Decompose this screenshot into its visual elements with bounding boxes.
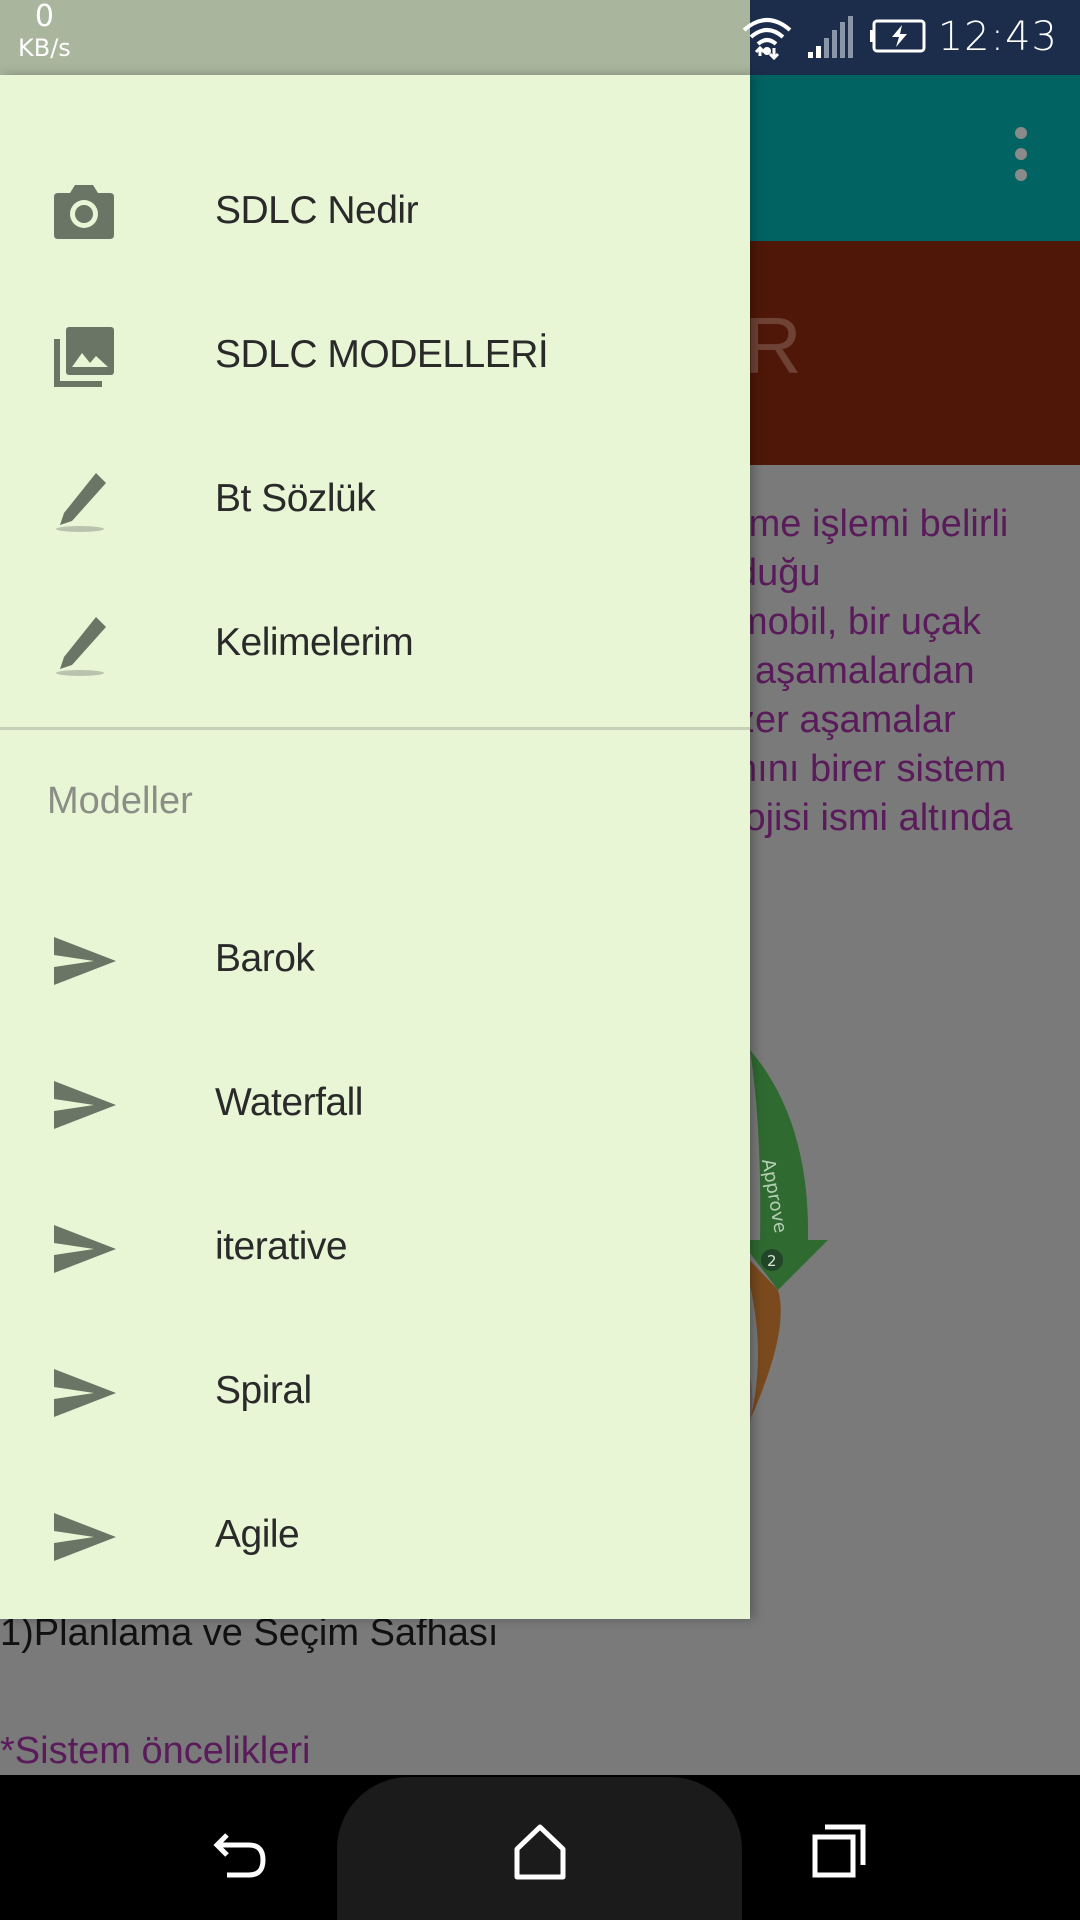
drawer-item-agile[interactable]: Agile xyxy=(0,1471,750,1601)
battery-charging-icon xyxy=(870,19,926,53)
list-item: *Sistem öncelikleri xyxy=(0,1730,311,1772)
drawer-item-label: SDLC Nedir xyxy=(215,189,419,232)
signal-icon xyxy=(808,16,853,58)
drawer-item-barok[interactable]: Barok xyxy=(0,895,750,1025)
section-title-modeller: Modeller xyxy=(47,780,193,822)
camera-icon xyxy=(54,185,114,239)
diagram-step: 2 xyxy=(767,1252,777,1270)
photo-library-icon xyxy=(54,327,114,387)
drawer-item-label: Barok xyxy=(215,937,315,980)
send-icon xyxy=(54,1369,116,1417)
drawer-item-label: Spiral xyxy=(215,1369,312,1412)
drawer-item-label: Agile xyxy=(215,1513,300,1556)
send-icon xyxy=(54,1225,116,1273)
network-speed-value: 0 xyxy=(34,0,54,34)
drawer-item-kelimelerim[interactable]: Kelimelerim xyxy=(0,579,750,709)
pencil-icon xyxy=(56,617,106,676)
drawer-item-waterfall[interactable]: Waterfall xyxy=(0,1039,750,1169)
status-bar: 0 KB/s 12:43 xyxy=(0,0,1080,75)
pencil-icon xyxy=(56,473,106,532)
network-speed-unit: KB/s xyxy=(18,34,71,62)
drawer-item-sdlc-nedir[interactable]: SDLC Nedir xyxy=(0,147,750,277)
wifi-icon xyxy=(742,18,792,61)
banner-title: R xyxy=(744,301,802,390)
drawer-item-label: Kelimelerim xyxy=(215,621,414,664)
overflow-menu-icon[interactable] xyxy=(1014,127,1028,181)
send-icon xyxy=(54,937,116,985)
network-speed: 0 KB/s xyxy=(18,0,71,62)
drawer-item-bt-sozluk[interactable]: Bt Sözlük xyxy=(0,435,750,565)
send-icon xyxy=(54,1513,116,1561)
drawer-divider xyxy=(0,727,750,730)
system-navigation-bar xyxy=(0,1775,1080,1920)
home-icon[interactable] xyxy=(505,1815,575,1885)
drawer-item-label: SDLC MODELLERİ xyxy=(215,333,549,376)
drawer-item-spiral[interactable]: Spiral xyxy=(0,1327,750,1457)
drawer-item-sdlc-modelleri[interactable]: SDLC MODELLERİ xyxy=(0,291,750,421)
drawer-item-iterative[interactable]: iterative xyxy=(0,1183,750,1313)
navigation-drawer: SDLC Nedir SDLC MODELLERİ Bt Sözlük Keli… xyxy=(0,75,750,1619)
drawer-item-label: Bt Sözlük xyxy=(215,477,376,520)
send-icon xyxy=(54,1081,116,1129)
recents-icon[interactable] xyxy=(805,1815,875,1885)
drawer-item-label: Waterfall xyxy=(215,1081,363,1124)
back-icon[interactable] xyxy=(205,1815,275,1885)
clock: 12:43 xyxy=(937,14,1058,60)
status-bar-scrim xyxy=(0,0,750,75)
drawer-item-label: iterative xyxy=(215,1225,348,1268)
